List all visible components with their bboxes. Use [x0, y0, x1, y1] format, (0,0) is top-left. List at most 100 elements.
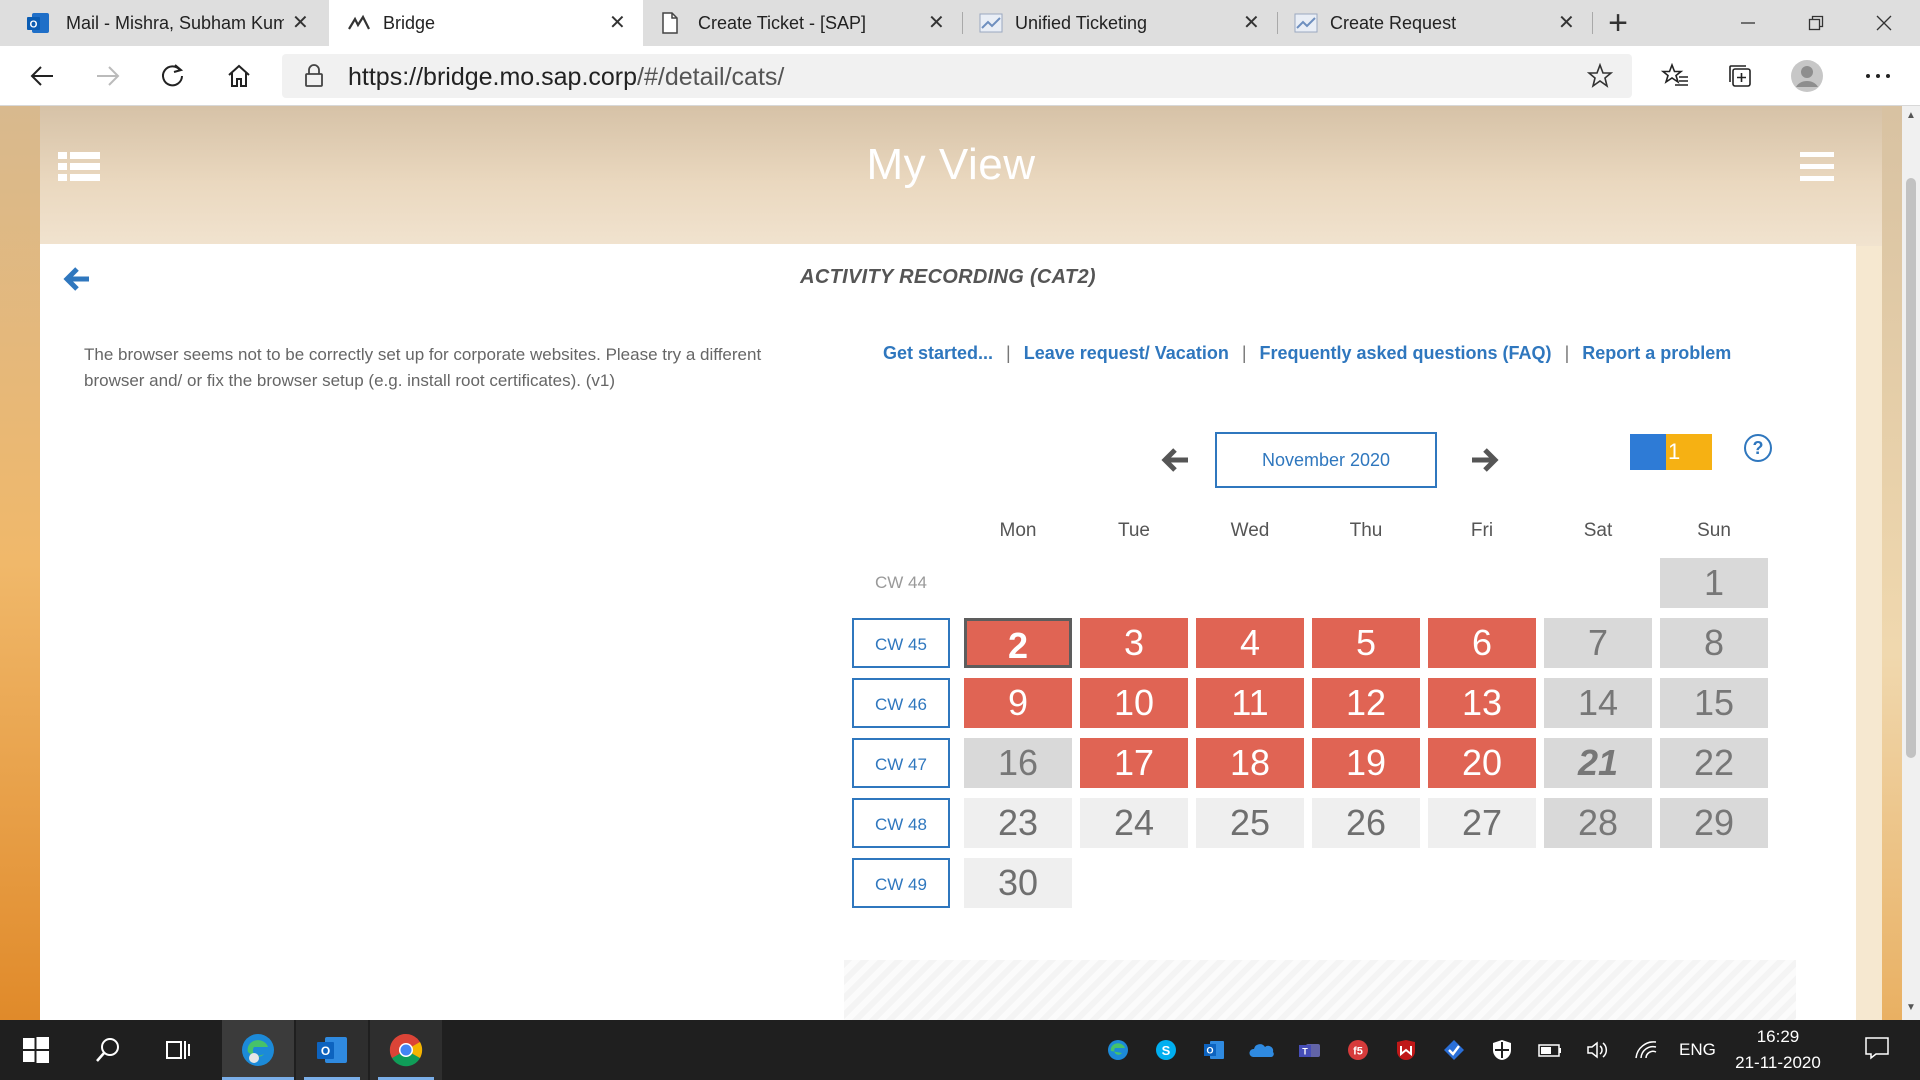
forward-button[interactable] [88, 56, 128, 96]
calendar-day-cell[interactable]: 22 [1660, 738, 1768, 788]
tab-unified-ticketing[interactable]: Unified Ticketing ✕ [963, 0, 1277, 46]
profile-button[interactable] [1787, 56, 1827, 96]
calendar-day-cell[interactable]: 21 [1544, 738, 1652, 788]
calendar-day-cell[interactable]: 3 [1080, 618, 1188, 668]
windows-logo-icon [23, 1037, 49, 1063]
close-tab-icon[interactable]: ✕ [609, 10, 626, 35]
tray-skype-icon[interactable]: S [1153, 1038, 1179, 1062]
start-button[interactable] [14, 1028, 58, 1072]
previous-month-arrow-icon[interactable] [1160, 446, 1190, 479]
favorite-star-icon[interactable] [1586, 62, 1614, 94]
tray-teams-icon[interactable]: T [1297, 1038, 1323, 1062]
refresh-button[interactable] [153, 56, 193, 96]
minimize-button[interactable] [1718, 0, 1778, 46]
back-button[interactable] [22, 56, 62, 96]
notifications-icon[interactable] [1864, 1036, 1890, 1060]
calendar-day-cell[interactable]: 28 [1544, 798, 1652, 848]
calendar-day-cell[interactable]: 6 [1428, 618, 1536, 668]
tray-vpn-icon[interactable] [1441, 1038, 1467, 1062]
link-report-problem[interactable]: Report a problem [1582, 343, 1731, 363]
tray-onedrive-icon[interactable] [1249, 1038, 1275, 1062]
calendar-week-label[interactable]: CW 48 [852, 798, 950, 848]
next-month-arrow-icon[interactable] [1470, 446, 1500, 479]
status-legend-badge[interactable]: 1 [1630, 434, 1712, 470]
taskbar-chrome[interactable] [370, 1020, 442, 1080]
calendar-day-cell[interactable]: 27 [1428, 798, 1536, 848]
calendar-day-cell[interactable]: 8 [1660, 618, 1768, 668]
tray-outlook-icon[interactable]: O [1201, 1038, 1227, 1062]
language-indicator[interactable]: ENG [1679, 1040, 1716, 1060]
tab-bridge[interactable]: Bridge ✕ [329, 0, 643, 46]
link-get-started[interactable]: Get started... [883, 343, 993, 363]
collections-button[interactable] [1720, 56, 1760, 96]
calendar-day-cell[interactable]: 13 [1428, 678, 1536, 728]
tray-security-icon[interactable]: f5 [1345, 1038, 1371, 1062]
tray-defender-icon[interactable] [1489, 1038, 1515, 1062]
calendar-day-cell[interactable]: 5 [1312, 618, 1420, 668]
calendar-day-cell[interactable]: 19 [1312, 738, 1420, 788]
calendar-day-cell[interactable]: 30 [964, 858, 1072, 908]
close-tab-icon[interactable]: ✕ [928, 10, 945, 35]
new-tab-button[interactable]: + [1598, 4, 1638, 44]
content-card: ACTIVITY RECORDING (CAT2) The browser se… [40, 244, 1856, 1020]
tab-create-ticket[interactable]: Create Ticket - [SAP] ✕ [644, 0, 962, 46]
favorites-button[interactable] [1655, 56, 1695, 96]
taskbar-outlook[interactable]: O [296, 1020, 368, 1080]
calendar-day-cell[interactable]: 9 [964, 678, 1072, 728]
month-selector[interactable]: November 2020 [1215, 432, 1437, 488]
taskbar-edge-active[interactable] [222, 1020, 294, 1080]
link-leave-request[interactable]: Leave request/ Vacation [1024, 343, 1229, 363]
search-button[interactable] [86, 1028, 130, 1072]
calendar-day-cell[interactable]: 11 [1196, 678, 1304, 728]
calendar-day-cell[interactable]: 12 [1312, 678, 1420, 728]
scroll-up-icon[interactable]: ▲ [1906, 110, 1916, 121]
calendar-day-cell[interactable]: 25 [1196, 798, 1304, 848]
calendar-week-label[interactable]: CW 49 [852, 858, 950, 908]
tray-edge-icon[interactable] [1105, 1038, 1131, 1062]
calendar-day-cell[interactable]: 18 [1196, 738, 1304, 788]
task-view-button[interactable] [156, 1028, 200, 1072]
wifi-icon[interactable] [1633, 1038, 1659, 1062]
restore-button[interactable] [1786, 0, 1846, 46]
calendar-day-cell[interactable]: 17 [1080, 738, 1188, 788]
calendar-day-cell[interactable]: 24 [1080, 798, 1188, 848]
section-title: ACTIVITY RECORDING (CAT2) [800, 266, 1096, 288]
hamburger-menu-icon[interactable] [1800, 152, 1834, 187]
weekday-header: Fri [1470, 520, 1494, 541]
close-window-button[interactable] [1854, 0, 1914, 46]
taskbar-clock[interactable]: 16:29 21-11-2020 [1718, 1024, 1838, 1076]
calendar-day-cell[interactable]: 10 [1080, 678, 1188, 728]
link-faq[interactable]: Frequently asked questions (FAQ) [1260, 343, 1552, 363]
help-icon[interactable]: ? [1744, 434, 1772, 462]
calendar-week-label[interactable]: CW 46 [852, 678, 950, 728]
calendar-day-cell[interactable]: 20 [1428, 738, 1536, 788]
calendar-day-cell[interactable]: 26 [1312, 798, 1420, 848]
tab-mail[interactable]: O Mail - Mishra, Subham Kum ✕ [0, 0, 328, 46]
address-bar[interactable]: https://bridge.mo.sap.corp/#/detail/cats… [282, 54, 1632, 98]
close-tab-icon[interactable]: ✕ [1243, 10, 1260, 35]
home-button[interactable] [219, 56, 259, 96]
battery-icon[interactable] [1537, 1038, 1563, 1062]
calendar-day-cell[interactable]: 2 [964, 618, 1072, 668]
tab-title: Create Request [1330, 12, 1457, 33]
calendar-day-cell[interactable]: 14 [1544, 678, 1652, 728]
calendar-week-label[interactable]: CW 47 [852, 738, 950, 788]
scroll-down-icon[interactable]: ▼ [1906, 1002, 1916, 1013]
scrollbar-thumb[interactable] [1906, 178, 1916, 758]
page-scrollbar[interactable]: ▲ ▼ [1902, 106, 1920, 1020]
close-tab-icon[interactable]: ✕ [1558, 10, 1575, 35]
settings-more-button[interactable] [1858, 56, 1898, 96]
calendar-day-cell[interactable]: 23 [964, 798, 1072, 848]
calendar-week-label[interactable]: CW 45 [852, 618, 950, 668]
calendar-day-cell[interactable]: 4 [1196, 618, 1304, 668]
volume-icon[interactable] [1585, 1038, 1611, 1062]
calendar-day-cell[interactable]: 29 [1660, 798, 1768, 848]
legend-value: 1 [1668, 439, 1681, 464]
tab-create-request[interactable]: Create Request ✕ [1278, 0, 1592, 46]
tray-mcafee-icon[interactable] [1393, 1038, 1419, 1062]
calendar-day-cell[interactable]: 7 [1544, 618, 1652, 668]
calendar-day-cell[interactable]: 15 [1660, 678, 1768, 728]
calendar-day-cell[interactable]: 1 [1660, 558, 1768, 608]
calendar-day-cell[interactable]: 16 [964, 738, 1072, 788]
close-tab-icon[interactable]: ✕ [292, 10, 309, 35]
